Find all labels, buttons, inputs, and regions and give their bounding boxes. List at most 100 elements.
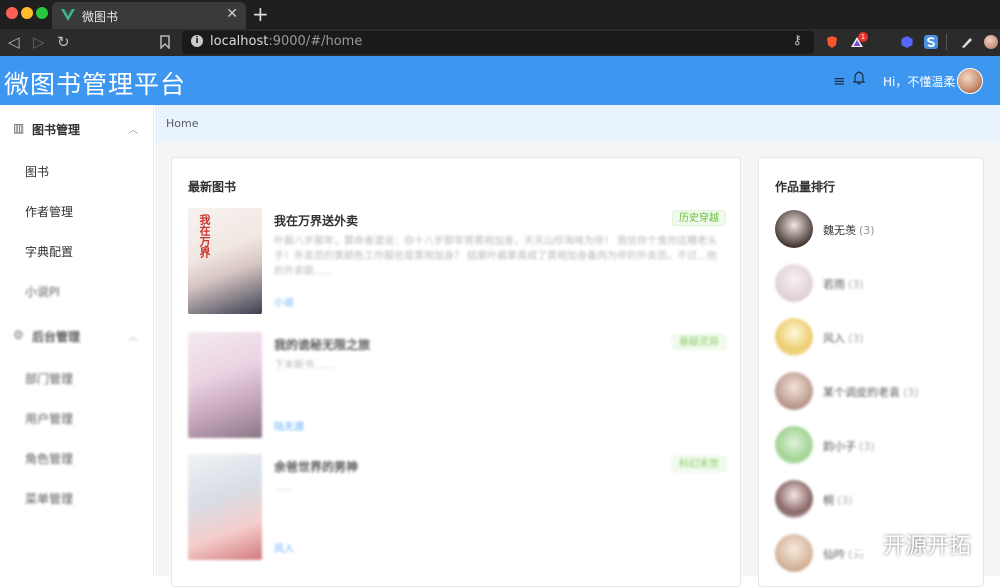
sidebar-group-admin[interactable]: ⚙ 后台管理 ︿ [0, 316, 154, 356]
wechat-logo-icon [834, 528, 872, 554]
close-window-button[interactable] [6, 7, 18, 19]
sidebar-item-novel-api[interactable]: 小说PI [0, 271, 154, 311]
profile-avatar[interactable] [984, 35, 998, 49]
gear-icon: ⚙ [13, 328, 24, 342]
book-description: …… [274, 482, 294, 493]
sidebar-item-label: 作者管理 [25, 205, 74, 219]
author-name[interactable]: 风入 (3) [823, 330, 864, 346]
author-name[interactable]: 某个调皮的老袁 (3) [823, 384, 919, 400]
book-description: 叶晨八岁那年，算命者道说：你十八岁那年将黄袍加身，天天山珍海味为伴！ 我信你个鬼… [274, 236, 718, 277]
cover-text: 我在万界 [198, 214, 211, 258]
sidebar-item-label: 小说PI [25, 285, 60, 299]
sidebar-group-label: 图书管理 [32, 123, 81, 137]
book-category-tag: 科幻末世 [672, 456, 726, 472]
book-title[interactable]: 我在万界送外卖 [274, 212, 358, 229]
book-cover[interactable] [188, 454, 262, 560]
ext-badge: 1 [858, 32, 868, 42]
ranking-item: 某个调皮的老袁 (3) [775, 372, 975, 412]
book-cover[interactable]: 我在万界 [188, 208, 262, 314]
sidebar-item-departments[interactable]: 部门管理 [0, 358, 154, 398]
book-description: 下本新书…… [274, 360, 334, 371]
extension-pen-icon[interactable] [960, 35, 974, 49]
author-avatar[interactable] [775, 318, 813, 356]
book-title[interactable]: 余爸世界的男神 [274, 458, 358, 475]
breadcrumb-home[interactable]: Home [166, 117, 198, 130]
app-header: 微图书管理平台 ≡ Hi，不懂温柔 [0, 56, 1000, 105]
sidebar-item-authors[interactable]: 作者管理 [0, 191, 154, 231]
bell-icon[interactable] [853, 71, 865, 85]
browser-tab[interactable]: 微图书 ✕ [52, 2, 246, 29]
user-greeting[interactable]: Hi，不懂温柔 [883, 73, 955, 90]
author-name[interactable]: 若雨 (3) [823, 276, 864, 292]
ranking-item: 桐 (3) [775, 480, 975, 520]
sidebar-item-label: 部门管理 [25, 372, 74, 386]
extension-s-icon[interactable] [924, 35, 938, 49]
main-content: Home 最新图书 我在万界 我在万界送外卖 历史穿越 叶晨八岁那年，算命者道说… [155, 105, 1000, 587]
reload-icon[interactable]: ↻ [57, 33, 70, 51]
ranking-item: 韵小子 (3) [775, 426, 975, 466]
author-avatar[interactable] [775, 210, 813, 248]
author-avatar[interactable] [775, 264, 813, 302]
maximize-window-button[interactable] [36, 7, 48, 19]
new-tab-button[interactable]: + [252, 2, 269, 26]
sidebar-item-users[interactable]: 用户管理 [0, 398, 154, 438]
vue-logo-icon [61, 9, 75, 21]
chevron-up-icon: ︿ [128, 125, 138, 136]
tab-close-icon[interactable]: ✕ [226, 6, 238, 22]
ranking-item: 风入 (3) [775, 318, 975, 358]
sidebar: ▥ 图书管理 ︿ 图书 作者管理 字典配置 小说PI ⚙ 后台管理 ︿ 部门管理… [0, 105, 154, 576]
forward-icon[interactable]: ▷ [33, 33, 45, 51]
watermark-text: 开源开拓 [883, 534, 972, 559]
minimize-window-button[interactable] [21, 7, 33, 19]
sidebar-item-label: 菜单管理 [25, 492, 74, 506]
card-title: 作品量排行 [775, 180, 836, 194]
toolbar-divider [946, 34, 947, 50]
author-avatar[interactable] [775, 534, 813, 572]
book-item: 我在万界 我在万界送外卖 历史穿越 叶晨八岁那年，算命者道说：你十八岁那年将黄袍… [188, 208, 726, 320]
book-title[interactable]: 我的诡秘无限之旅 [274, 336, 370, 353]
sidebar-item-label: 图书 [25, 165, 50, 179]
book-category-tag: 悬疑灵异 [672, 334, 726, 350]
chart-bars-icon: ▥ [13, 121, 25, 135]
bookmark-icon[interactable] [160, 35, 170, 49]
book-author-link[interactable]: 风入 [274, 540, 294, 555]
sidebar-item-dictionary[interactable]: 字典配置 [0, 231, 154, 271]
book-category-tag: 历史穿越 [672, 210, 726, 226]
sidebar-item-label: 角色管理 [25, 452, 74, 466]
author-avatar[interactable] [775, 480, 813, 518]
address-bar[interactable]: i localhost:9000/#/home ⚷ [182, 31, 814, 54]
sidebar-item-menus[interactable]: 菜单管理 [0, 478, 154, 518]
sidebar-item-label: 用户管理 [25, 412, 74, 426]
tab-title: 微图书 [82, 10, 119, 24]
browser-toolbar: ◁ ▷ ↻ i localhost:9000/#/home ⚷ 1 [0, 29, 1000, 56]
watermark: 开源开拓 [833, 526, 993, 559]
sidebar-item-books[interactable]: 图书 [0, 151, 154, 191]
menu-icon[interactable]: ≡ [833, 72, 846, 90]
back-icon[interactable]: ◁ [8, 33, 20, 51]
book-author-link[interactable]: 小说 [274, 294, 294, 309]
chevron-up-icon: ︿ [128, 332, 138, 343]
latest-books-card: 最新图书 我在万界 我在万界送外卖 历史穿越 叶晨八岁那年，算命者道说：你十八岁… [171, 157, 741, 587]
author-name[interactable]: 魏无羡 (3) [823, 222, 875, 238]
app-title: 微图书管理平台 [4, 70, 187, 99]
sidebar-item-roles[interactable]: 角色管理 [0, 438, 154, 478]
extension-hex-icon[interactable] [900, 35, 914, 49]
book-cover[interactable] [188, 332, 262, 438]
book-item: 余爸世界的男神 科幻末世 …… 风入 [188, 454, 726, 566]
ranking-item: 若雨 (3) [775, 264, 975, 304]
ranking-item: 魏无羡 (3) [775, 210, 975, 250]
author-name[interactable]: 韵小子 (3) [823, 438, 875, 454]
author-name[interactable]: 桐 (3) [823, 492, 853, 508]
author-avatar[interactable] [775, 426, 813, 464]
brave-shield-icon[interactable] [825, 35, 839, 49]
browser-titlebar: 微图书 ✕ + [0, 0, 1000, 29]
sidebar-group-label: 后台管理 [32, 330, 81, 344]
sidebar-group-book-management[interactable]: ▥ 图书管理 ︿ [0, 109, 154, 149]
key-icon[interactable]: ⚷ [792, 33, 802, 48]
breadcrumb-bar: Home [155, 105, 1000, 142]
book-author-link[interactable]: 陆无渡 [274, 418, 304, 433]
site-info-icon[interactable]: i [191, 35, 203, 47]
author-avatar[interactable] [775, 372, 813, 410]
sidebar-item-label: 字典配置 [25, 245, 74, 259]
user-avatar[interactable] [957, 68, 983, 94]
